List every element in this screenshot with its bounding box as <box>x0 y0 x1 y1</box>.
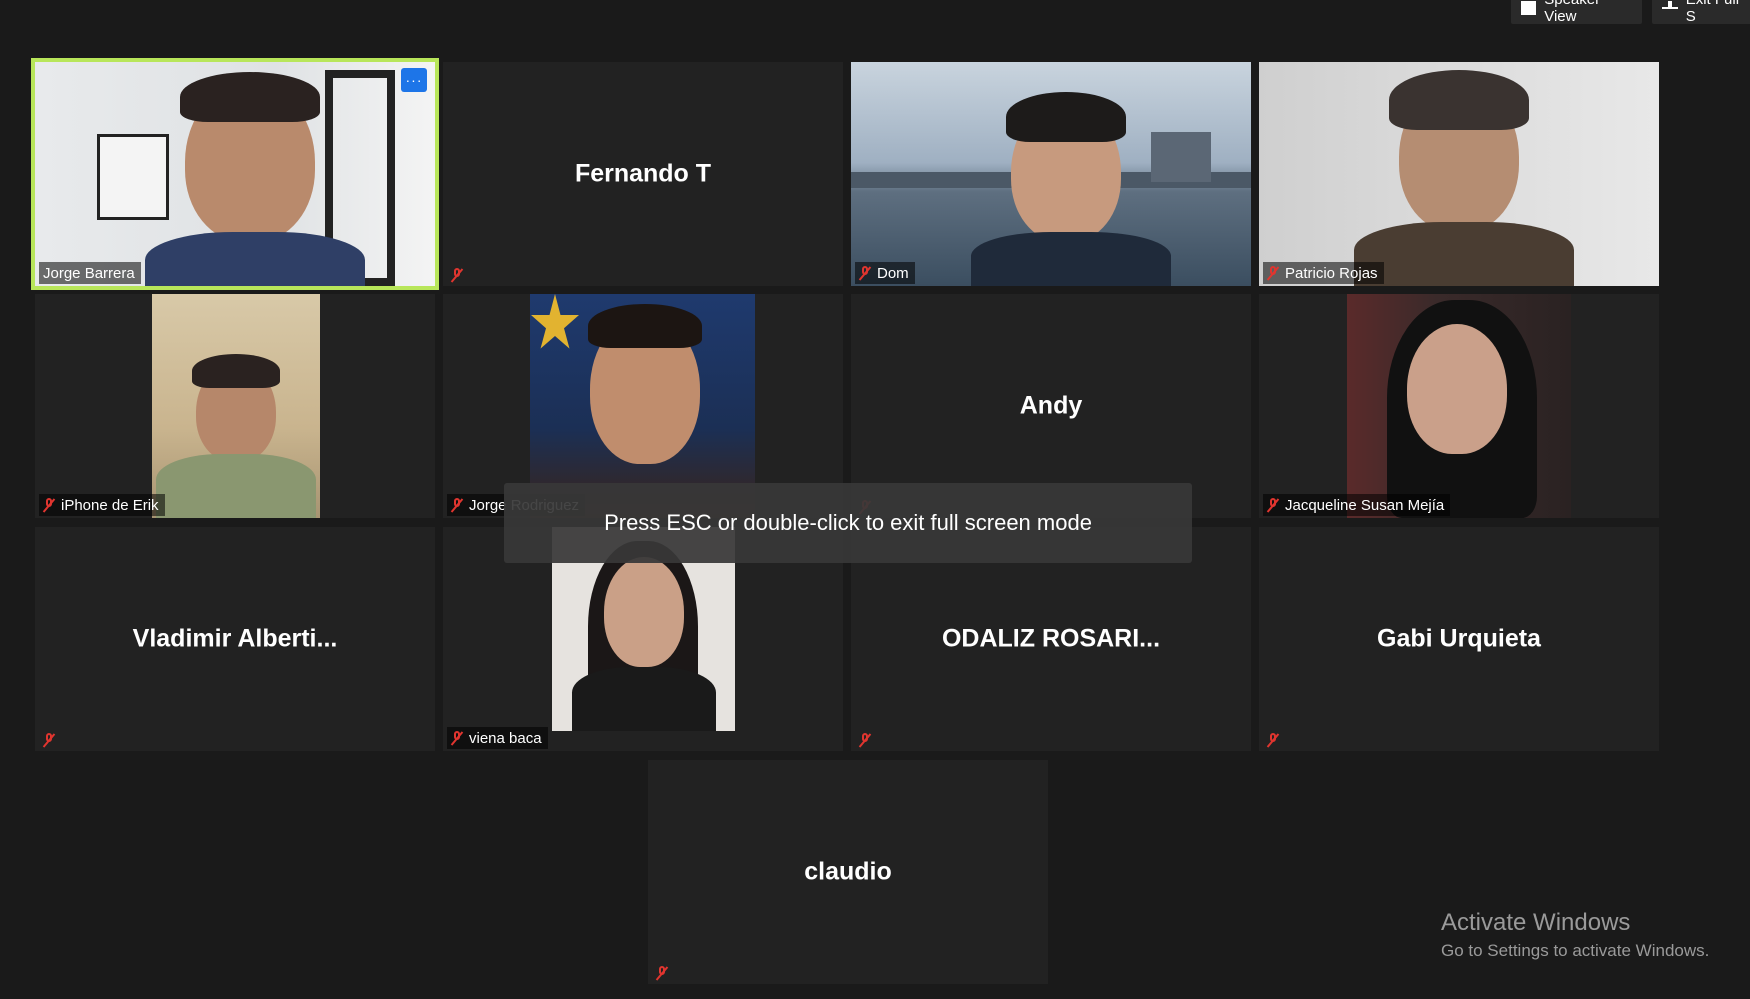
muted-microphone-icon <box>451 731 463 745</box>
exit-full-screen-icon <box>1662 1 1678 15</box>
participant-name: Patricio Rojas <box>1285 264 1378 282</box>
muted-microphone-icon <box>656 966 668 980</box>
participant-tile-jorge-barrera[interactable]: ··· Jorge Barrera <box>31 58 439 290</box>
participant-name-label: viena baca <box>447 727 548 749</box>
participant-video <box>1347 294 1571 518</box>
muted-microphone-icon <box>43 733 55 747</box>
participant-name-label: Jacqueline Susan Mejía <box>1263 494 1451 516</box>
participant-display-name: Andy <box>1019 391 1083 420</box>
participant-display-name: Vladimir Alberti... <box>132 624 338 653</box>
muted-microphone-icon <box>859 733 871 747</box>
participant-name-label: Dom <box>855 262 915 284</box>
participant-display-name: ODALIZ ROSARI... <box>941 624 1161 653</box>
muted-microphone-icon <box>451 498 463 512</box>
participant-name-label: Patricio Rojas <box>1263 262 1384 284</box>
participant-video <box>152 294 320 518</box>
muted-microphone-icon <box>1267 266 1279 280</box>
muted-microphone-icon <box>43 498 55 512</box>
watermark-title: Activate Windows <box>1441 909 1631 936</box>
muted-microphone-icon <box>1267 733 1279 747</box>
muted-microphone-icon <box>451 268 463 282</box>
participant-name: Jorge Barrera <box>43 264 135 282</box>
participant-name-label: iPhone de Erik <box>39 494 165 516</box>
muted-microphone-icon <box>859 266 871 280</box>
participant-video <box>851 62 1251 286</box>
participant-tile-gabi-urquieta[interactable]: Gabi Urquieta <box>1259 527 1659 751</box>
participant-tile-patricio-rojas[interactable]: Patricio Rojas <box>1259 62 1659 286</box>
participant-tile-iphone-de-erik[interactable]: iPhone de Erik <box>35 294 435 518</box>
participant-video <box>1259 62 1659 286</box>
participant-name-label: Jorge Barrera <box>39 262 141 284</box>
exit-full-screen-button[interactable]: Exit Full S <box>1652 0 1750 25</box>
speaker-view-icon <box>1521 1 1537 15</box>
full-screen-exit-toast: Press ESC or double-click to exit full s… <box>504 483 1192 563</box>
participant-name: iPhone de Erik <box>61 496 159 514</box>
participant-tile-vladimir[interactable]: Vladimir Alberti... <box>35 527 435 751</box>
participant-display-name: Fernando T <box>574 159 712 188</box>
activate-windows-watermark: Activate Windows Go to Settings to activ… <box>1441 909 1709 961</box>
participant-display-name: claudio <box>804 857 892 886</box>
participant-tile-claudio[interactable]: claudio <box>648 760 1048 984</box>
participant-name: viena baca <box>469 729 542 747</box>
zoom-gallery-view: Speaker View Exit Full S ··· Jorge Barre… <box>0 0 1750 999</box>
participant-video <box>35 62 435 286</box>
toast-message: Press ESC or double-click to exit full s… <box>604 510 1092 535</box>
speaker-view-button[interactable]: Speaker View <box>1511 0 1642 25</box>
participant-tile-jacqueline-susan-mejia[interactable]: Jacqueline Susan Mejía <box>1259 294 1659 518</box>
more-options-button[interactable]: ··· <box>401 68 427 92</box>
exit-full-screen-label: Exit Full S <box>1685 0 1739 25</box>
muted-microphone-icon <box>1267 498 1279 512</box>
watermark-subtitle: Go to Settings to activate Windows. <box>1441 941 1710 960</box>
participant-name: Jacqueline Susan Mejía <box>1285 496 1445 514</box>
participant-display-name: Gabi Urquieta <box>1377 624 1541 653</box>
participant-tile-fernando-t[interactable]: Fernando T <box>443 62 843 286</box>
participant-tile-dom[interactable]: Dom <box>851 62 1251 286</box>
participant-name: Dom <box>877 264 909 282</box>
speaker-view-label: Speaker View <box>1544 0 1600 25</box>
